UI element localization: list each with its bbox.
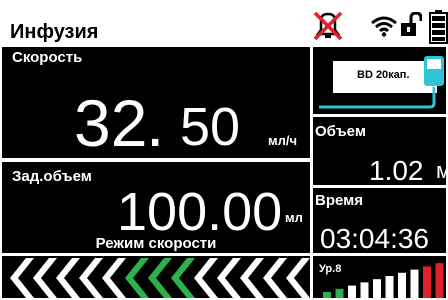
chevron-arrow <box>102 258 126 298</box>
vtbi-unit: мл <box>285 210 303 225</box>
chevron-arrow <box>263 258 287 298</box>
mode-label: Режим скорости <box>95 235 217 252</box>
battery-icon <box>429 10 448 44</box>
progress-chevrons <box>10 258 310 298</box>
level-bar <box>423 266 431 298</box>
syringe-panel[interactable]: BD 20кап. <box>311 45 448 116</box>
rate-label: Скорость <box>12 49 83 66</box>
level-bars <box>323 263 444 298</box>
level-bar <box>360 282 369 298</box>
volume-unit: мл <box>436 156 446 185</box>
chevron-arrow <box>194 258 218 298</box>
rate-unit: мл/ч <box>268 133 298 148</box>
level-bar <box>410 269 419 298</box>
infusion-progress-indicator <box>0 254 312 300</box>
volume-infused-panel: Объем 1.02 мл <box>311 115 448 187</box>
volume-value: 1.02 <box>369 155 424 186</box>
time-remaining-panel: Время 03:04:36 <box>311 186 448 255</box>
level-bar <box>323 292 331 298</box>
vtbi-panel[interactable]: Зад.объем 100.00 мл Режим скорости <box>0 160 312 255</box>
alarm-muted-icon[interactable] <box>312 10 344 42</box>
wifi-icon <box>371 16 397 37</box>
level-bar <box>348 285 356 298</box>
volume-label: Объем <box>315 123 366 140</box>
chevron-arrow <box>33 258 57 298</box>
rate-value-dot: . <box>146 86 165 160</box>
chevron-arrow <box>125 258 149 298</box>
title-bar: Инфузия <box>0 0 448 46</box>
level-bar <box>373 279 381 298</box>
rate-value-integer: 32 <box>74 86 148 160</box>
infusion-rate-panel[interactable]: Скорость 32 . 50 мл/ч <box>0 45 312 160</box>
chevron-arrow <box>217 258 241 298</box>
vtbi-value: 100.00 <box>117 182 283 242</box>
chevron-arrow <box>79 258 103 298</box>
level-bar <box>335 288 344 298</box>
chevron-arrow <box>286 258 310 298</box>
rate-value-fraction: 50 <box>180 97 241 157</box>
syringe-type-label: BD 20кап. <box>357 69 410 81</box>
level-bar <box>385 276 394 298</box>
unlock-icon[interactable] <box>400 12 422 38</box>
level-bar <box>398 272 406 298</box>
vtbi-label: Зад.объем <box>12 168 92 185</box>
chevron-arrow <box>240 258 264 298</box>
time-label: Время <box>315 192 363 209</box>
chevron-arrow <box>56 258 80 298</box>
syringe-icon <box>319 56 444 109</box>
chevron-arrow <box>171 258 195 298</box>
chevron-arrow <box>10 258 34 298</box>
chevron-arrow <box>148 258 172 298</box>
level-bar <box>435 263 444 298</box>
screen-title: Инфузия <box>10 21 99 43</box>
time-value: 03:04:36 <box>320 223 429 254</box>
occlusion-level-panel[interactable]: Ур.8 <box>311 254 448 300</box>
